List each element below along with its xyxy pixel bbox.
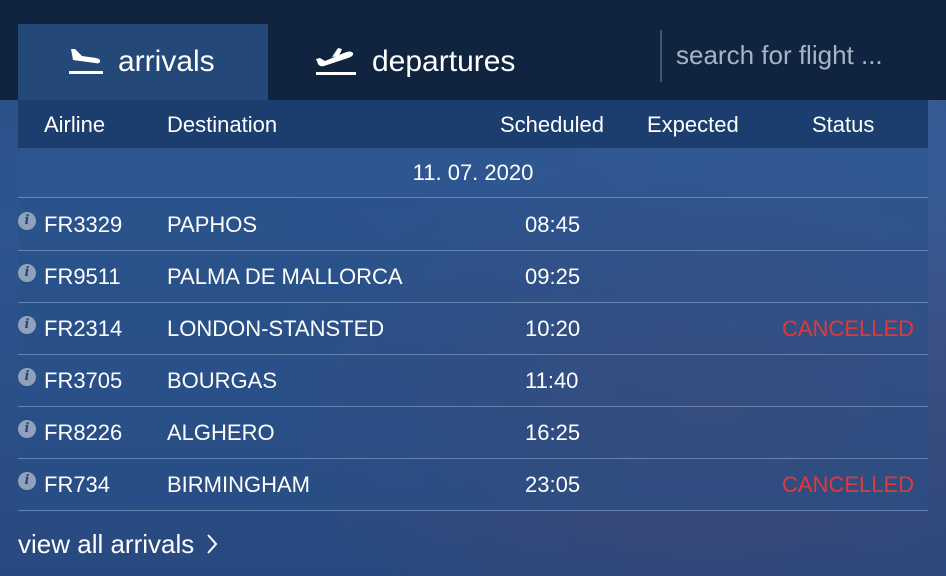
- search-input[interactable]: [676, 34, 926, 76]
- flight-scheduled: 23:05: [525, 472, 581, 497]
- column-header-airline: Airline: [44, 112, 106, 137]
- column-header-status: Status: [812, 112, 875, 137]
- table-row[interactable]: i FR3329 PAPHOS 08:45: [18, 199, 928, 251]
- flight-scheduled: 10:20: [525, 316, 581, 341]
- flight-scheduled: 09:25: [525, 264, 581, 289]
- table-row[interactable]: i FR3705 BOURGAS 11:40: [18, 355, 928, 407]
- top-bar: arrivals departures: [0, 0, 946, 100]
- view-all-arrivals-link[interactable]: view all arrivals: [18, 526, 218, 562]
- plane-landing-icon: [69, 49, 103, 74]
- table-row[interactable]: i FR8226 ALGHERO 16:25: [18, 407, 928, 459]
- flight-status: CANCELLED: [782, 472, 915, 497]
- search-divider: [660, 30, 662, 82]
- flight-scheduled: 08:45: [525, 212, 581, 237]
- tab-arrivals[interactable]: arrivals: [18, 24, 268, 100]
- flight-destination: BIRMINGHAM: [167, 472, 310, 497]
- date-label: 11. 07. 2020: [412, 160, 534, 185]
- info-icon[interactable]: i: [18, 472, 36, 490]
- flight-scheduled: 11:40: [525, 368, 579, 393]
- flight-number: FR2314: [44, 316, 123, 341]
- view-all-arrivals-label: view all arrivals: [18, 528, 195, 559]
- flight-number: FR8226: [44, 420, 123, 445]
- flight-destination: BOURGAS: [167, 368, 278, 393]
- info-icon[interactable]: i: [18, 316, 36, 334]
- tab-departures[interactable]: departures: [270, 24, 570, 100]
- date-row: 11. 07. 2020: [18, 148, 928, 198]
- flight-number: FR9511: [44, 264, 121, 289]
- table-header: Airline Destination Scheduled Expected S…: [18, 100, 928, 148]
- table-row[interactable]: i FR734 BIRMINGHAM 23:05 CANCELLED: [18, 459, 928, 511]
- flight-destination: LONDON-STANSTED: [167, 316, 385, 341]
- table-row[interactable]: i FR2314 LONDON-STANSTED 10:20 CANCELLED: [18, 303, 928, 355]
- column-header-expected: Expected: [647, 112, 739, 137]
- tab-arrivals-label: arrivals: [118, 45, 215, 78]
- chevron-right-icon: [207, 534, 218, 554]
- flight-number: FR3705: [44, 368, 123, 393]
- flight-destination: PAPHOS: [167, 212, 258, 237]
- column-header-destination: Destination: [167, 112, 278, 137]
- table-row[interactable]: i FR9511 PALMA DE MALLORCA 09:25: [18, 251, 928, 303]
- info-icon[interactable]: i: [18, 420, 36, 438]
- flights-table: i FR3329 PAPHOS 08:45 i FR9511 PALMA DE …: [18, 199, 928, 511]
- flight-status: CANCELLED: [782, 316, 915, 341]
- flight-number: FR3329: [44, 212, 123, 237]
- flight-number: FR734: [44, 472, 111, 497]
- info-icon[interactable]: i: [18, 212, 36, 230]
- info-icon[interactable]: i: [18, 264, 36, 282]
- flight-destination: ALGHERO: [167, 420, 275, 445]
- flight-scheduled: 16:25: [525, 420, 581, 445]
- info-icon[interactable]: i: [18, 368, 36, 386]
- tab-departures-label: departures: [372, 45, 516, 78]
- flight-destination: PALMA DE MALLORCA: [167, 264, 403, 289]
- column-header-scheduled: Scheduled: [500, 112, 604, 137]
- plane-takeoff-icon: [316, 48, 356, 75]
